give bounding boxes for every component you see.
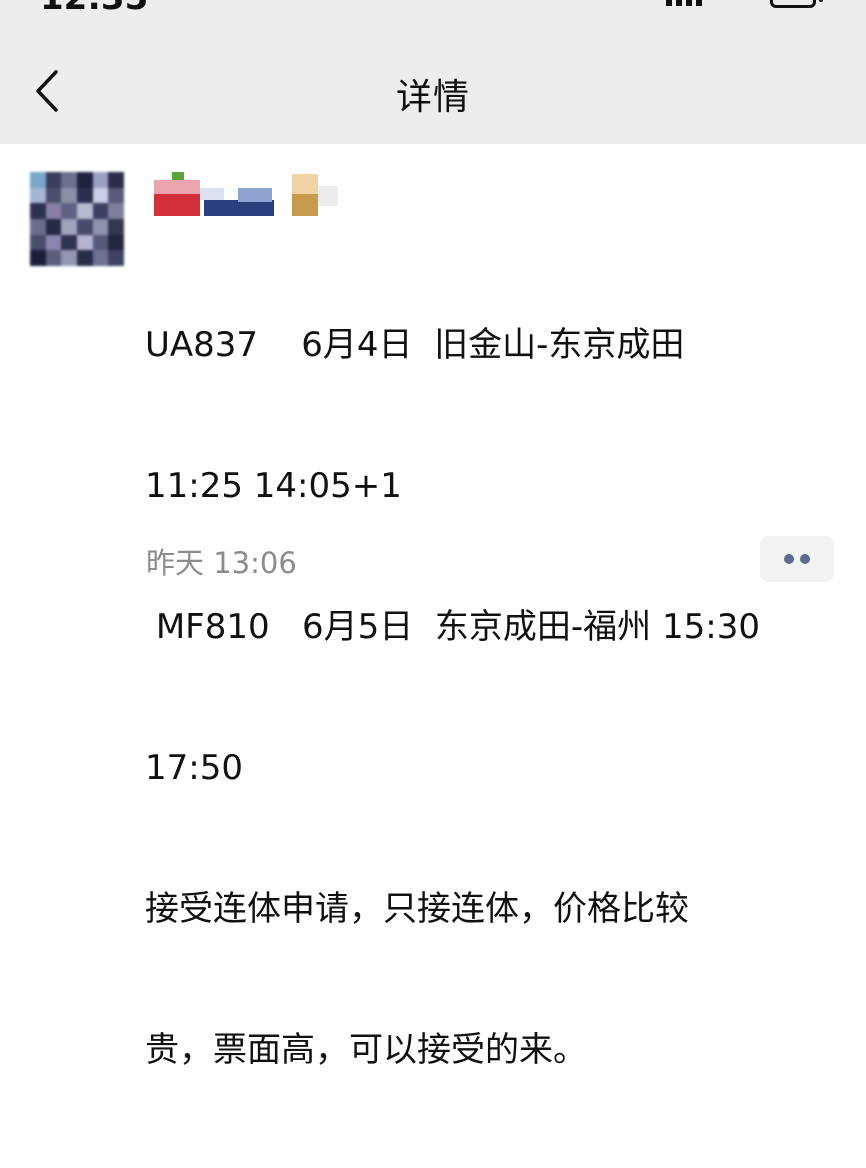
wifi-icon — [730, 0, 748, 8]
post-line: 贵，票面高，可以接受的来。 — [145, 1030, 587, 1070]
author-name-blurred[interactable] — [150, 170, 350, 220]
signal-icon — [666, 0, 672, 6]
post-text: UA837 6月4日 旧金山-东京成田 11:25 14:05+1 MF810 … — [145, 228, 835, 1168]
post-line: 11:25 14:05+1 — [145, 466, 402, 506]
post-line: 接受连体申请，只接连体，价格比较 — [145, 889, 689, 929]
signal-bar — [696, 0, 702, 6]
more-dots-icon — [784, 554, 794, 564]
post-timestamp: 昨天 13:06 — [146, 546, 297, 580]
signal-bar — [686, 0, 692, 6]
moment-post: UA837 6月4日 旧金山-东京成田 11:25 14:05+1 MF810 … — [0, 144, 866, 1070]
post-line: MF810 6月5日 东京成田-福州 15:30 — [145, 607, 760, 647]
status-bar: 12:35 — [0, 0, 866, 16]
status-time: 12:35 — [40, 0, 148, 16]
battery-icon — [770, 0, 816, 8]
nav-bar: 详情 — [0, 16, 866, 144]
battery-nub — [819, 0, 823, 2]
status-icons — [666, 0, 826, 12]
signal-bar — [676, 0, 682, 6]
avatar[interactable] — [30, 172, 124, 266]
page-title: 详情 — [395, 77, 470, 118]
more-dot — [800, 554, 810, 564]
post-line: 17:50 — [145, 748, 243, 788]
post-line: UA837 6月4日 旧金山-东京成田 — [145, 325, 685, 365]
more-button[interactable] — [760, 536, 834, 582]
